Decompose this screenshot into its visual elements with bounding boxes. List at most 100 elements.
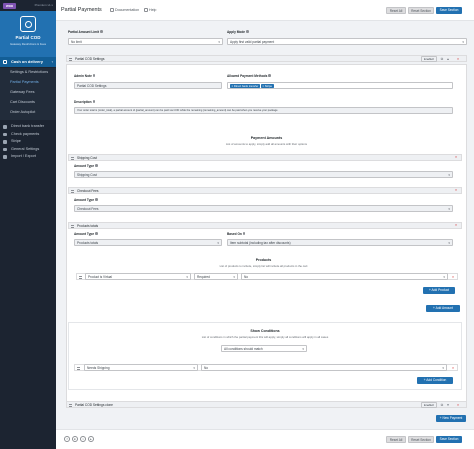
help-link[interactable]: Help	[144, 8, 156, 12]
amount-type-select[interactable]: Checkout Fees	[74, 205, 453, 213]
amount-bar-shipping[interactable]: Shipping Cost	[68, 154, 462, 161]
facebook-icon[interactable]: f	[64, 436, 70, 442]
info-icon	[92, 74, 96, 77]
brand-panel: Partial COD Gateway Restrictions & Fees	[0, 11, 56, 57]
check-icon	[3, 132, 7, 137]
delete-icon[interactable]: ×	[454, 188, 458, 192]
collapse-icon[interactable]: ▴	[446, 57, 450, 61]
sidebar-subitem-order-autopilot[interactable]: Order Autopilot	[0, 108, 56, 118]
drag-handle-icon[interactable]	[79, 275, 82, 279]
import-icon	[3, 155, 7, 159]
method-tag[interactable]: × Direct bank transfer	[230, 84, 260, 88]
sidebar-item-bank-transfer[interactable]: Direct bank transfer	[0, 123, 56, 131]
based-on-select[interactable]: Item subtotal (including tax after disco…	[227, 239, 453, 247]
sidebar-nav: Direct bank transfer Check payments Stri…	[0, 123, 56, 161]
reset-all-button[interactable]: Reset All	[386, 436, 406, 443]
reset-section-button[interactable]: Reset Section	[408, 7, 434, 14]
description-input[interactable]: Your order total is {order_total}, a par…	[74, 107, 453, 114]
twitter-icon[interactable]: t	[80, 436, 86, 442]
sidebar-item-check-payments[interactable]: Check payments	[0, 131, 56, 139]
info-icon	[95, 164, 98, 167]
allowed-methods-label: Allowed Payment Methods	[227, 74, 271, 78]
sidebar-subitem-cart-discounts[interactable]: Cart Discounts	[0, 98, 56, 108]
limit-select[interactable]: No limit	[68, 38, 223, 46]
drag-handle-icon[interactable]	[71, 189, 74, 193]
sidebar-item-stripe[interactable]: Stripe	[0, 138, 56, 146]
allowed-methods-multiselect[interactable]: × Direct bank transfer × Stripe	[227, 82, 453, 89]
allowed-methods-label-text: Allowed Payment Methods	[227, 74, 268, 78]
method-tag[interactable]: × Stripe	[260, 84, 274, 88]
sidebar-item-label: General Settings	[11, 146, 40, 151]
apply-mode-select[interactable]: Apply first valid partial payment	[227, 38, 467, 46]
product-value-select[interactable]: No	[241, 273, 448, 281]
sidebar-item-import-export[interactable]: Import / Export	[0, 153, 56, 161]
settings-bar-clone[interactable]: Partial COD Settings clone	[66, 401, 467, 408]
amount-type-label: Amount Type	[74, 198, 98, 202]
admin-note-input[interactable]: Partial COD Settings	[74, 82, 222, 89]
delete-icon[interactable]: ×	[456, 57, 460, 61]
woo-logo: woo	[3, 3, 16, 9]
delete-icon[interactable]: ×	[451, 365, 455, 370]
save-section-button[interactable]: Save Section	[436, 7, 462, 14]
sidebar-subitem-settings[interactable]: Settings & Restrictions	[0, 68, 56, 78]
info-icon	[100, 30, 103, 33]
delete-icon[interactable]: ×	[454, 155, 458, 159]
brand-subtitle: Gateway Restrictions & Fees	[9, 42, 47, 46]
amount-bar-checkout-fees[interactable]: Checkout Fees	[68, 187, 462, 194]
sidebar-item-cash-on-delivery[interactable]: Cash on delivery ‹	[0, 57, 56, 67]
info-icon	[95, 198, 98, 201]
amount-type-select[interactable]: Products totals	[74, 239, 222, 247]
based-on-label: Based On	[227, 232, 246, 236]
drag-handle-icon[interactable]	[69, 57, 72, 61]
info-icon	[246, 30, 249, 33]
duplicate-icon[interactable]: ⧉	[440, 403, 444, 407]
drag-handle-icon[interactable]	[71, 156, 74, 160]
expand-icon[interactable]: ▾	[446, 403, 450, 407]
drag-handle-icon[interactable]	[69, 403, 72, 407]
amount-type-label-text: Amount Type	[74, 232, 95, 236]
delete-icon[interactable]: ×	[456, 403, 460, 407]
reset-all-button[interactable]: Reset All	[386, 7, 406, 14]
enable-select[interactable]: Enable	[421, 401, 437, 408]
product-requirement-select[interactable]: Required	[194, 273, 238, 281]
documentation-link[interactable]: Documentation	[110, 8, 139, 12]
doc-icon	[110, 8, 114, 12]
duplicate-icon[interactable]: ⧉	[440, 57, 444, 61]
condition-type-select[interactable]: Needs Shipping	[84, 364, 198, 372]
reset-section-button[interactable]: Reset Section	[408, 436, 434, 443]
amount-type-label-text: Amount Type	[74, 164, 95, 168]
page-header: Partial Payments Documentation Help Rese…	[56, 0, 474, 21]
condition-value-select[interactable]: No	[201, 364, 447, 372]
product-condition-select[interactable]: Product is Virtual	[85, 273, 191, 281]
amount-title: Products totals	[77, 224, 99, 228]
amount-bar-products-totals[interactable]: Products totals	[68, 222, 462, 229]
add-amount-button[interactable]: + Add Amount	[426, 305, 460, 312]
payment-icon	[3, 60, 7, 64]
add-product-button[interactable]: + Add Product	[423, 287, 455, 294]
add-condition-button[interactable]: + Add Condition	[417, 377, 453, 384]
youtube-icon[interactable]: ▸	[88, 436, 94, 442]
admin-note-label: Admin Note	[74, 74, 96, 78]
info-icon	[92, 100, 96, 103]
enable-select[interactable]: Enable	[421, 55, 437, 62]
amount-type-label: Amount Type	[74, 232, 98, 236]
linkedin-icon[interactable]: in	[72, 436, 78, 442]
condition-match-select[interactable]: All conditions should match	[221, 345, 307, 353]
sidebar-item-label: Stripe	[11, 139, 21, 144]
amount-type-select[interactable]: Shipping Cost	[74, 171, 453, 179]
products-subtitle: List of products to include, simply list…	[219, 264, 308, 268]
new-payment-button[interactable]: + New Payment	[436, 415, 466, 422]
drag-handle-icon[interactable]	[71, 224, 74, 228]
sidebar-item-general-settings[interactable]: General Settings	[0, 146, 56, 154]
products-title: Products	[255, 258, 272, 262]
conditions-title: Show Conditions	[250, 329, 280, 333]
sidebar-subitem-gateway-fees[interactable]: Gateway Fees	[0, 88, 56, 98]
sidebar-subitem-partial-payments[interactable]: Partial Payments	[0, 78, 56, 88]
save-section-button[interactable]: Save Section	[436, 436, 462, 443]
info-icon	[268, 74, 271, 77]
drag-handle-icon[interactable]	[77, 366, 80, 370]
delete-icon[interactable]: ×	[451, 274, 455, 279]
version-label: Premium v1.x	[34, 3, 53, 7]
delete-icon[interactable]: ×	[454, 223, 458, 227]
settings-bar[interactable]: Partial COD Settings	[66, 55, 467, 62]
